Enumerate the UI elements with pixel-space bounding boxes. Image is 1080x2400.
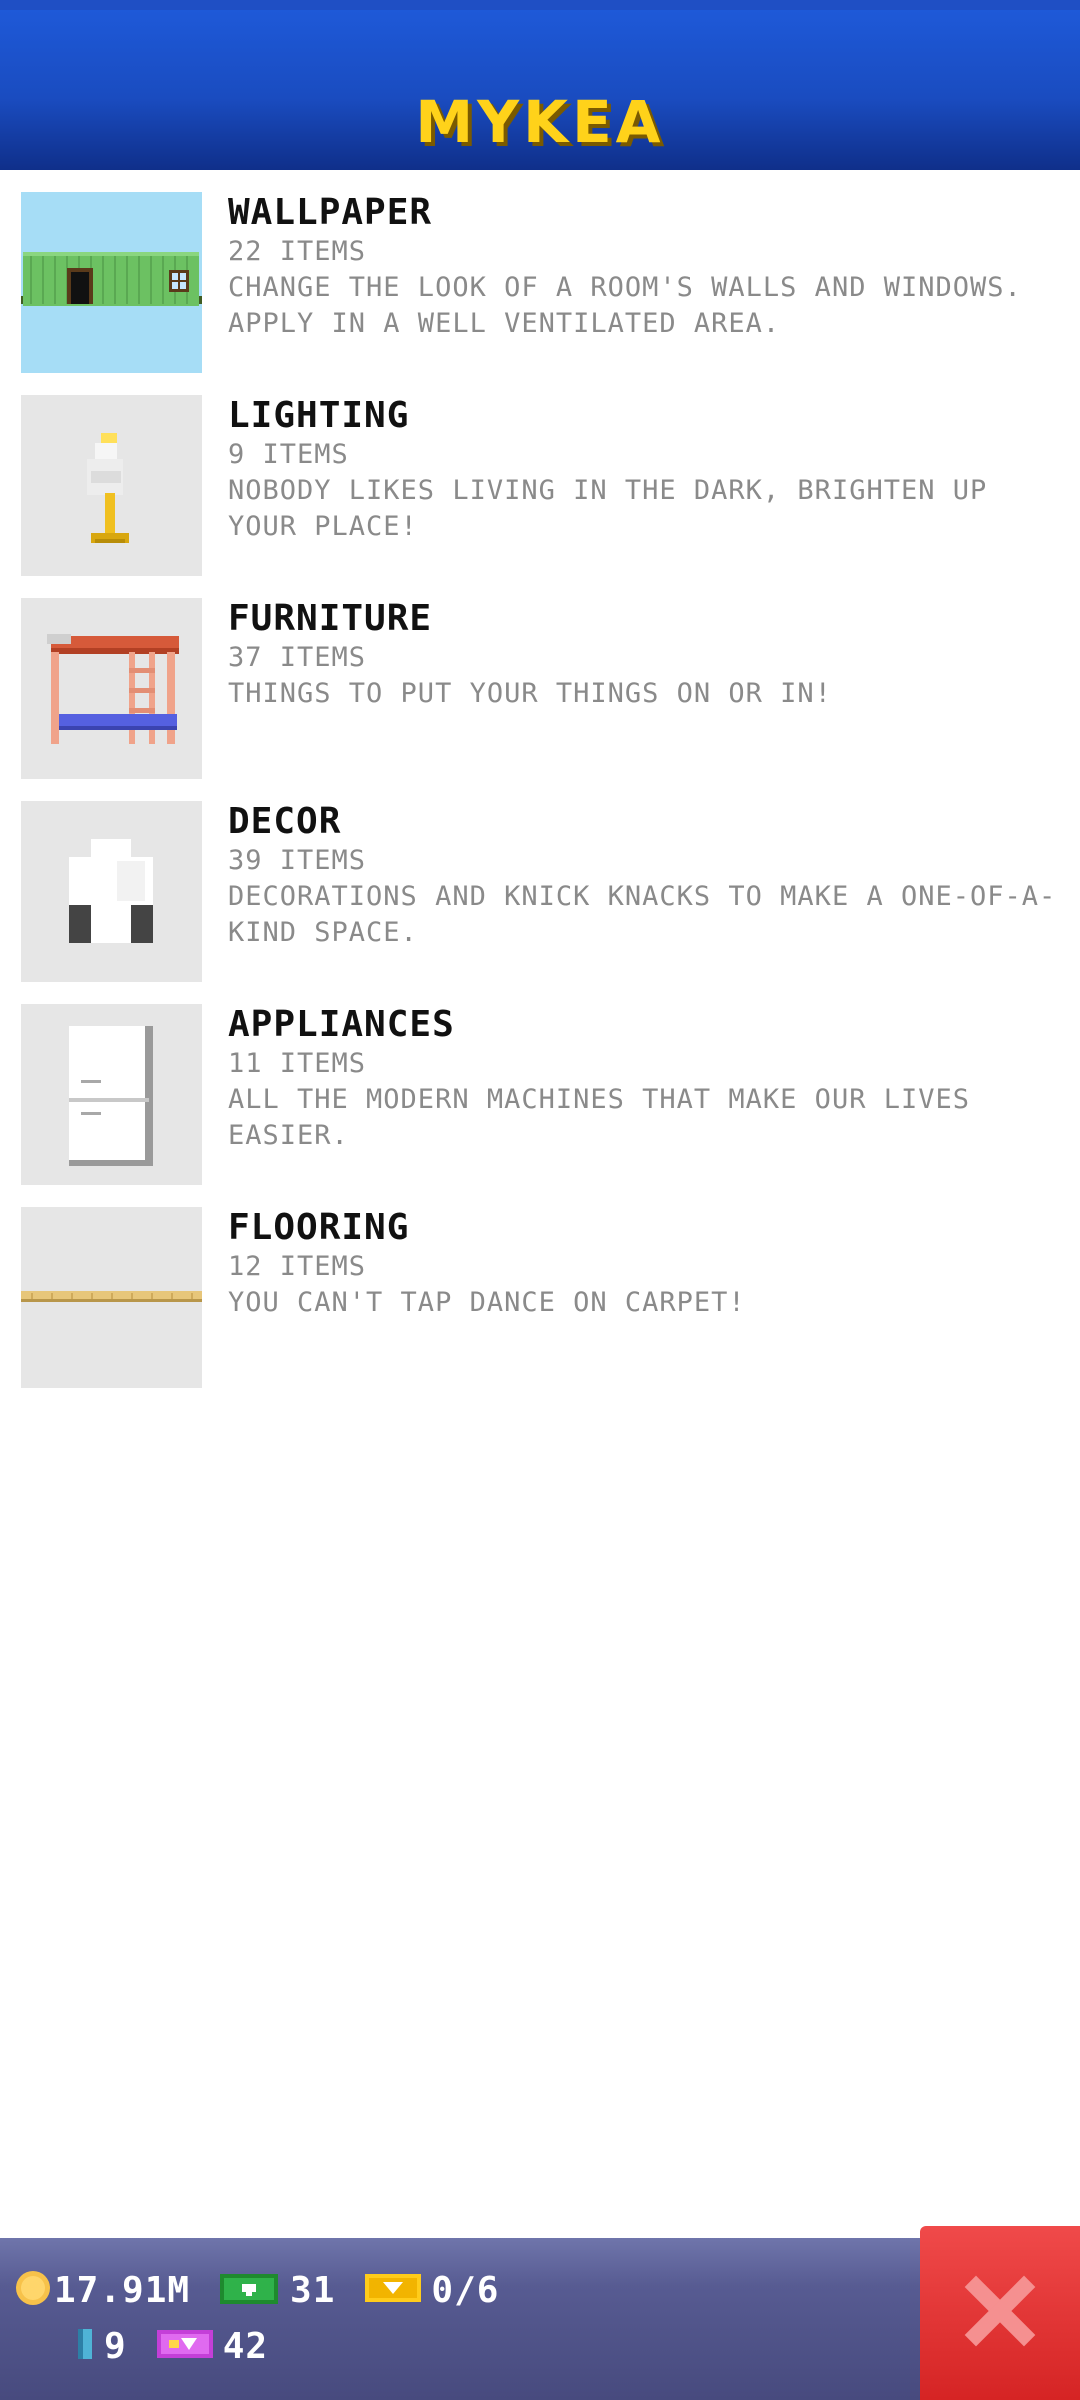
category-count: 12 ITEMS [228,1251,367,1282]
category-count: 37 ITEMS [228,642,367,673]
bitizen-icon [70,2325,96,2367]
flooring-icon [21,1207,202,1388]
category-list: WALLPAPER 22 ITEMS CHANGE THE LOOK OF A … [0,170,1080,1388]
category-name: DECOR [228,801,342,842]
category-row-flooring[interactable]: FLOORING 12 ITEMS YOU CAN'T TAP DANCE ON… [0,1185,1080,1388]
header-bar: MYKEA [0,10,1080,170]
category-row-wallpaper[interactable]: WALLPAPER 22 ITEMS CHANGE THE LOOK OF A … [0,170,1080,373]
category-count: 9 ITEMS [228,439,349,470]
category-name: LIGHTING [228,395,410,436]
coin-icon [14,2269,52,2311]
category-name: WALLPAPER [228,192,433,233]
category-row-lighting[interactable]: LIGHTING 9 ITEMS NOBODY LIKES LIVING IN … [0,373,1080,576]
bux-value: 31 [290,2269,336,2311]
category-row-appliances[interactable]: APPLIANCES 11 ITEMS ALL THE MODERN MACHI… [0,982,1080,1185]
category-name: FURNITURE [228,598,433,639]
category-description: DECORATIONS AND KNICK KNACKS TO MAKE A O… [228,881,1057,948]
wallpaper-icon [21,192,202,373]
category-description: CHANGE THE LOOK OF A ROOM'S WALLS AND WI… [228,272,1022,339]
tickets-value: 0/6 [431,2269,500,2311]
category-row-decor[interactable]: DECOR 39 ITEMS DECORATIONS AND KNICK KNA… [0,779,1080,982]
coins-value: 17.91M [54,2269,191,2311]
category-description: NOBODY LIKES LIVING IN THE DARK, BRIGHTE… [228,475,988,542]
bux-icon [218,2268,282,2312]
category-name: APPLIANCES [228,1004,455,1045]
resource-bar: 17.91M 31 0/6 9 42 [0,2238,1080,2400]
category-description: YOU CAN'T TAP DANCE ON CARPET! [228,1287,746,1318]
category-count: 22 ITEMS [228,236,367,267]
close-button[interactable] [920,2226,1080,2400]
fridge-icon [21,1004,202,1185]
page-title: MYKEA [415,88,665,156]
lamp-icon [21,395,202,576]
bits-value: 9 [104,2325,127,2367]
category-count: 39 ITEMS [228,845,367,876]
category-name: FLOORING [228,1207,410,1248]
category-row-furniture[interactable]: FURNITURE 37 ITEMS THINGS TO PUT YOUR TH… [0,576,1080,779]
decor-icon [21,801,202,982]
vip-icon [155,2324,215,2368]
vip-value: 42 [222,2325,269,2367]
close-icon [962,2273,1038,2353]
bunk-bed-icon [21,598,202,779]
status-strip [0,0,1080,10]
ticket-icon [363,2268,423,2312]
category-description: ALL THE MODERN MACHINES THAT MAKE OUR LI… [228,1084,970,1151]
category-count: 11 ITEMS [228,1048,367,1079]
category-description: THINGS TO PUT YOUR THINGS ON OR IN! [228,678,832,709]
